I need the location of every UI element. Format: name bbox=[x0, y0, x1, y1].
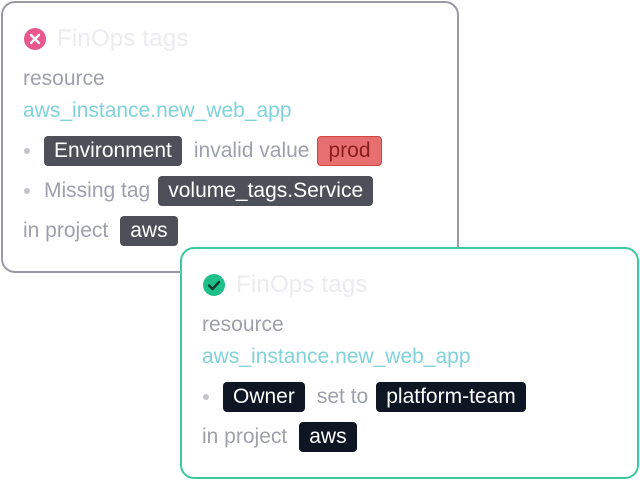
issue-text: invalid value bbox=[193, 139, 310, 162]
project-chip: aws bbox=[120, 216, 178, 246]
bullet-icon bbox=[203, 394, 209, 400]
tag-value-chip: platform-team bbox=[376, 382, 526, 412]
resource-link[interactable]: aws_instance.new_web_app bbox=[23, 99, 292, 123]
change-text: set to bbox=[316, 385, 369, 408]
issue-row: Missing tag volume_tags.Service bbox=[23, 175, 437, 207]
project-row: in project aws bbox=[202, 421, 617, 453]
missing-tag-chip: volume_tags.Service bbox=[158, 176, 374, 206]
resource-link[interactable]: aws_instance.new_web_app bbox=[202, 345, 471, 369]
issue-row: Environment invalid value prod bbox=[23, 135, 437, 167]
project-label: in project bbox=[23, 219, 109, 242]
tag-key-chip: Environment bbox=[44, 136, 182, 166]
policy-card-passed: FinOps tags resource aws_instance.new_we… bbox=[180, 247, 639, 479]
x-circle-icon bbox=[23, 27, 47, 51]
card-title: FinOps tags bbox=[236, 271, 368, 298]
resource-row: aws_instance.new_web_app bbox=[202, 341, 617, 373]
card-header: FinOps tags bbox=[23, 23, 437, 55]
bullet-icon bbox=[24, 188, 30, 194]
invalid-value-chip: prod bbox=[317, 136, 382, 166]
project-label: in project bbox=[202, 425, 288, 448]
policy-card-failed: FinOps tags resource aws_instance.new_we… bbox=[1, 1, 459, 273]
stage: FinOps tags resource aws_instance.new_we… bbox=[0, 0, 640, 480]
project-row: in project aws bbox=[23, 215, 437, 247]
change-row: Owner set to platform-team bbox=[202, 381, 617, 413]
resource-label: resource bbox=[202, 313, 284, 336]
resource-row: aws_instance.new_web_app bbox=[23, 95, 437, 127]
check-circle-icon bbox=[202, 273, 226, 297]
bullet-icon bbox=[24, 148, 30, 154]
card-header: FinOps tags bbox=[202, 269, 617, 301]
tag-key-chip: Owner bbox=[223, 382, 305, 412]
resource-label: resource bbox=[23, 67, 105, 90]
card-title: FinOps tags bbox=[57, 25, 189, 52]
project-chip: aws bbox=[299, 422, 357, 452]
issue-text: Missing tag bbox=[44, 179, 151, 202]
